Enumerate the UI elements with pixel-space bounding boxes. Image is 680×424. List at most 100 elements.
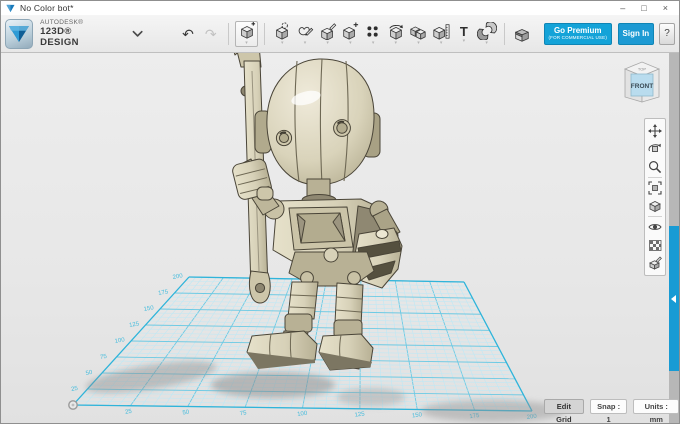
pan-icon: [648, 124, 662, 138]
titlebar: No Color bot* – □ ×: [1, 1, 679, 15]
undo-button[interactable]: ↶: [177, 20, 200, 48]
statusbar: Edit Grid Snap : 1 Units : mm: [544, 399, 679, 414]
transform-icon: [272, 22, 292, 40]
undo-icon: ↶: [182, 27, 194, 41]
combine-icon: [408, 22, 428, 40]
minimize-icon[interactable]: –: [620, 1, 625, 15]
robot-eye-left: [276, 130, 291, 145]
view-cube-front-label: FRONT: [631, 83, 653, 90]
window-title: No Color bot*: [20, 3, 74, 13]
snap-button[interactable]: ▾: [475, 20, 498, 48]
view-mode-button[interactable]: [646, 197, 664, 215]
app-menu[interactable]: AUTODESK® 123D® DESIGN: [5, 19, 143, 49]
redo-icon: ↷: [205, 27, 217, 41]
redo-button[interactable]: ↷: [199, 20, 222, 48]
dropdown-arrow-icon: ▾: [281, 41, 284, 45]
go-premium-button[interactable]: Go Premium (FOR COMMERCIAL USE): [544, 23, 612, 45]
scene-3d: 255075100125150175200 255075100125150175…: [1, 53, 680, 424]
measure-icon: [431, 22, 451, 40]
chevron-left-icon: [671, 295, 676, 303]
transform-button[interactable]: ▾: [271, 20, 294, 48]
construct-icon: [318, 22, 338, 40]
eye-icon: [648, 220, 662, 234]
origin-marker: [69, 401, 77, 409]
primitives-button[interactable]: ▾: [235, 21, 258, 47]
edit-grid-button[interactable]: Edit Grid: [544, 399, 584, 414]
pan-button[interactable]: [646, 122, 664, 140]
viewport[interactable]: 255075100125150175200 255075100125150175…: [1, 53, 679, 424]
text-button[interactable]: T ▾: [453, 20, 476, 48]
measure-button[interactable]: ▾: [430, 20, 453, 48]
side-panel-strip: [669, 53, 679, 424]
grid-axis-label: 25: [125, 409, 133, 416]
app-badge-icon: [5, 19, 33, 49]
orbit-button[interactable]: [646, 140, 664, 158]
fit-view-icon: [648, 181, 662, 195]
combine-button[interactable]: ▾: [407, 20, 430, 48]
go-premium-sublabel: (FOR COMMERCIAL USE): [548, 36, 607, 41]
display-grid-button[interactable]: [646, 236, 664, 254]
close-icon[interactable]: ×: [663, 1, 668, 15]
go-premium-label: Go Premium: [554, 27, 602, 35]
help-button[interactable]: ?: [659, 23, 675, 45]
sketch-button[interactable]: ▾: [294, 20, 317, 48]
grid-axis-label: 150: [412, 412, 423, 419]
dropdown-arrow-icon: ▾: [440, 41, 443, 45]
brand-text: AUTODESK® 123D® DESIGN: [40, 19, 108, 48]
app-window: No Color bot* – □ × AUTODESK® 123D® DESI…: [0, 0, 680, 424]
modify-icon: [340, 22, 360, 40]
grid-axis-label: 75: [240, 410, 248, 417]
snap-button-status[interactable]: Snap : 1: [590, 399, 628, 414]
dropdown-arrow-icon: ▾: [372, 41, 375, 45]
view-mode-icon: [648, 199, 662, 213]
robot-foot-left: [247, 331, 317, 369]
dropdown-arrow-icon: ▾: [245, 41, 248, 45]
robot-pelvis: [289, 248, 374, 286]
grid-axis-label: 25: [71, 386, 79, 393]
grid-axis-label: 175: [158, 289, 170, 297]
modify-button[interactable]: ▾: [339, 20, 362, 48]
text-icon: T: [460, 25, 468, 38]
toolbar-separator: [228, 23, 229, 45]
orbit-icon: [648, 142, 662, 156]
3d-print-button[interactable]: [511, 20, 534, 48]
toolbar-separator: [264, 23, 265, 45]
dropdown-arrow-icon: ▾: [304, 41, 307, 45]
toolbar-separator: [504, 23, 505, 45]
pattern-icon: [363, 22, 383, 40]
visibility-button[interactable]: [646, 218, 664, 236]
sketch-icon: [295, 22, 315, 40]
zoom-icon: [648, 160, 662, 174]
3d-print-icon: [512, 25, 532, 43]
grid-axis-label: 100: [114, 337, 126, 345]
parts-panel-handle[interactable]: [669, 226, 679, 371]
maximize-icon[interactable]: □: [641, 1, 646, 15]
construct-button[interactable]: ▾: [316, 20, 339, 48]
window-controls: – □ ×: [620, 1, 674, 15]
dropdown-arrow-icon: ▾: [349, 41, 352, 45]
navigation-separator: [648, 216, 662, 217]
fit-view-button[interactable]: [646, 179, 664, 197]
robot-foot-right: [319, 334, 373, 370]
primitives-icon: [238, 22, 256, 40]
sign-in-button[interactable]: Sign In: [618, 23, 654, 45]
zoom-button[interactable]: [646, 158, 664, 176]
units-button[interactable]: Units : mm: [633, 399, 679, 414]
view-cube-top-label: TOP: [638, 67, 646, 72]
grid-axis-label: 200: [172, 273, 184, 281]
grid-axis-label: 75: [100, 354, 108, 361]
dropdown-arrow-icon: ▾: [485, 41, 488, 45]
model-shadow: [84, 355, 565, 422]
material-button[interactable]: [646, 254, 664, 272]
brand-company: AUTODESK®: [40, 19, 108, 26]
dropdown-arrow-icon: ▾: [463, 39, 466, 43]
pattern-button[interactable]: ▾: [362, 20, 385, 48]
navigation-toolbar: [644, 118, 666, 276]
grouping-button[interactable]: ▾: [384, 20, 407, 48]
display-grid-icon: [648, 238, 662, 252]
view-cube[interactable]: FRONT TOP: [619, 57, 665, 107]
grid-axis-label: 50: [182, 410, 190, 417]
brand-product: 123D® DESIGN: [40, 26, 108, 48]
navigation-separator: [648, 177, 662, 178]
chevron-down-icon[interactable]: [132, 30, 143, 38]
